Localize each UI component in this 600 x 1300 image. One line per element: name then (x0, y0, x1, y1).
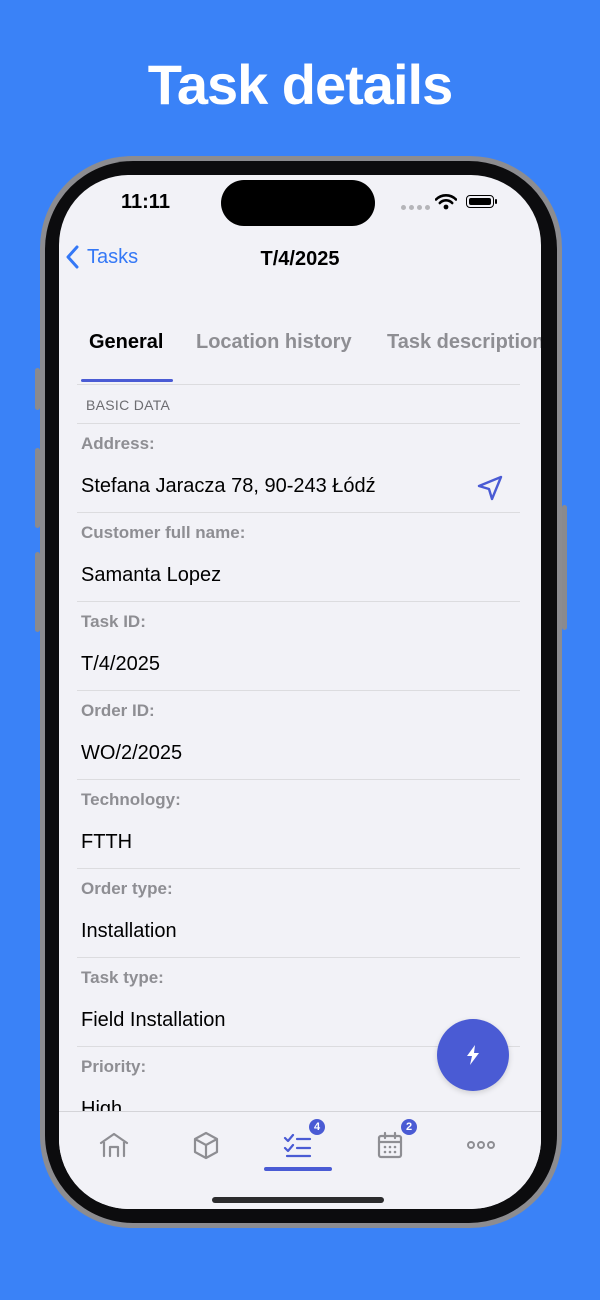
tab-bar-top: General Location history Task descriptio… (59, 321, 541, 381)
volume-down-button (35, 552, 40, 632)
technology-value: FTTH (81, 831, 133, 853)
action-button (35, 368, 40, 410)
customer-name-label: Customer full name: (81, 523, 246, 542)
divider (77, 868, 520, 869)
customer-name-value: Samanta Lopez (81, 564, 222, 586)
tabbar-calendar[interactable]: 2 (370, 1119, 417, 1165)
tasks-badge: 4 (309, 1119, 325, 1135)
divider (77, 384, 520, 385)
bottom-tab-bar: 4 2 (59, 1111, 541, 1209)
priority-label: Priority: (81, 1057, 147, 1076)
cellular-signal-icon (401, 205, 430, 210)
task-type-value: Field Installation (81, 1009, 226, 1031)
power-button (562, 505, 567, 630)
order-type-label: Order type: (81, 879, 173, 898)
divider (77, 779, 520, 780)
box-icon (193, 1131, 219, 1160)
active-tab-indicator (81, 379, 173, 382)
technology-label: Technology: (81, 790, 181, 809)
tab-task-description[interactable]: Task description (387, 331, 541, 354)
divider (77, 957, 520, 958)
task-type-label: Task type: (81, 968, 164, 987)
tabbar-tasks[interactable]: 4 (279, 1119, 325, 1165)
section-header: BASIC DATA (86, 397, 171, 413)
home-indicator[interactable] (212, 1197, 384, 1203)
tabbar-home[interactable] (94, 1125, 134, 1165)
order-type-value: Installation (81, 920, 177, 942)
page-headline: Task details (147, 53, 453, 116)
calendar-badge: 2 (401, 1119, 417, 1135)
divider (77, 690, 520, 691)
nav-title: T/4/2025 (260, 248, 340, 270)
task-id-label: Task ID: (81, 612, 146, 631)
order-id-label: Order ID: (81, 701, 155, 720)
divider (77, 601, 520, 602)
dynamic-island (221, 180, 375, 226)
divider (77, 512, 520, 513)
tabbar-inventory[interactable] (186, 1125, 226, 1165)
quick-action-button[interactable] (437, 1019, 509, 1091)
wifi-icon (435, 194, 457, 210)
tab-general[interactable]: General (89, 331, 163, 354)
tab-location-history[interactable]: Location history (196, 331, 352, 354)
lightning-icon (467, 1045, 479, 1065)
address-value[interactable]: Stefana Jaracza 78, 90-243 Łódź (81, 475, 376, 498)
home-icon (99, 1132, 129, 1158)
active-tab-bar-indicator (264, 1167, 332, 1171)
order-id-value: WO/2/2025 (81, 742, 183, 764)
tab-bar-divider (59, 1111, 541, 1112)
tabbar-more[interactable] (461, 1125, 501, 1165)
task-id-value: T/4/2025 (81, 653, 160, 675)
volume-up-button (35, 448, 40, 528)
more-icon (467, 1141, 495, 1149)
navigate-arrow-icon[interactable] (475, 473, 505, 503)
divider (77, 423, 520, 424)
address-label: Address: (81, 434, 155, 453)
status-time: 11:11 (121, 191, 170, 213)
battery-icon (466, 195, 497, 208)
phone-screen: 11:11 Tasks T/4/2025 General Location hi… (59, 175, 541, 1209)
